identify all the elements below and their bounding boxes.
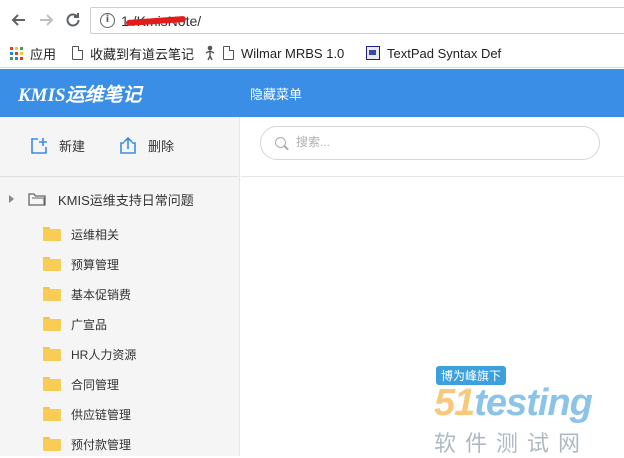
tree-item-label: 运维相关	[71, 227, 120, 242]
bookmark-youdao[interactable]: 收藏到有道云笔记	[72, 43, 194, 63]
tree-root[interactable]: KMIS运维支持日常问题	[0, 187, 239, 211]
bookmark-apps[interactable]: 应用	[10, 43, 56, 63]
search-area	[241, 117, 624, 177]
info-icon[interactable]: i	[100, 13, 115, 28]
sidebar-toolbar: 新建 删除	[0, 117, 239, 177]
app-brand[interactable]: KMIS运维笔记	[18, 80, 142, 107]
tree-item[interactable]: 预算管理	[43, 254, 119, 274]
folder-icon	[43, 347, 61, 361]
folder-icon	[43, 317, 61, 331]
new-label: 新建	[59, 139, 86, 154]
new-button[interactable]: 新建	[30, 136, 85, 155]
folder-icon	[43, 407, 61, 421]
tree-item-label: 预算管理	[71, 257, 120, 272]
watermark-logo-word: testing	[474, 382, 593, 424]
textpad-icon	[366, 46, 380, 60]
folder-icon	[43, 257, 61, 271]
delete-button[interactable]: 删除	[119, 136, 174, 155]
bookmark-label: TextPad Syntax Def	[387, 45, 502, 61]
apps-grid-icon	[10, 46, 23, 60]
tree-item[interactable]: 基本促销费	[43, 284, 131, 304]
tree-item-label: 预付款管理	[71, 437, 132, 452]
watermark-logo-number: 51	[434, 382, 475, 424]
tree-item[interactable]: 预付款管理	[43, 434, 131, 454]
tree-item-label: HR人力资源	[71, 347, 137, 362]
tree-item[interactable]: 运维相关	[43, 224, 119, 244]
page-icon	[223, 46, 234, 60]
address-bar[interactable]: i 1 /KmisNote/	[90, 7, 624, 34]
browser-chrome: i 1 /KmisNote/ 应用 收藏到有道云笔记 Wilmar MRBS 1…	[0, 0, 624, 68]
search-box[interactable]	[260, 126, 600, 160]
reload-icon[interactable]	[61, 8, 85, 32]
new-icon	[31, 137, 47, 154]
watermark-subtitle: 软件测试网	[434, 431, 590, 456]
tree-root-label: KMIS运维支持日常问题	[58, 192, 194, 208]
caret-right-icon[interactable]	[9, 195, 14, 203]
sidebar: 新建 删除 KMIS运维支持日常问题 运维相关 预算管理 基本促销费 广宣品 H…	[0, 117, 240, 456]
bookmark-label: 收藏到有道云笔记	[90, 46, 195, 62]
bookmark-wilmar[interactable]: Wilmar MRBS 1.0	[203, 43, 344, 63]
page-icon	[72, 46, 83, 60]
tree-item[interactable]: 广宣品	[43, 314, 107, 334]
bookmark-label: Wilmar MRBS 1.0	[241, 45, 345, 61]
bookmarks-bar: 应用 收藏到有道云笔记 Wilmar MRBS 1.0 TextPad Synt…	[0, 40, 624, 66]
app-header: KMIS运维笔记 隐藏菜单	[0, 69, 624, 117]
bookmark-label: 应用	[30, 46, 57, 62]
person-icon	[205, 45, 215, 61]
search-icon[interactable]	[275, 137, 286, 148]
tree-item-label: 合同管理	[71, 377, 120, 392]
folder-icon	[43, 227, 61, 241]
tree-item-label: 供应链管理	[71, 407, 132, 422]
back-arrow-icon[interactable]	[7, 8, 31, 32]
folder-icon	[43, 437, 61, 451]
watermark: 博为峰旗下 51testing 软件测试网	[432, 366, 622, 456]
upload-icon	[120, 136, 136, 154]
tree-item[interactable]: HR人力资源	[43, 344, 136, 364]
bookmark-textpad[interactable]: TextPad Syntax Def	[366, 43, 501, 63]
tree-item-label: 基本促销费	[71, 287, 132, 302]
search-input[interactable]	[296, 135, 586, 149]
hide-menu-button[interactable]: 隐藏菜单	[250, 84, 302, 103]
forward-arrow-icon[interactable]	[34, 8, 58, 32]
tree-item[interactable]: 合同管理	[43, 374, 119, 394]
folder-icon	[43, 287, 61, 301]
delete-label: 删除	[148, 139, 175, 154]
folder-outline-icon	[28, 193, 46, 206]
tree-item-label: 广宣品	[71, 317, 108, 332]
tree-item[interactable]: 供应链管理	[43, 404, 131, 424]
watermark-logo: 51testing	[434, 382, 593, 425]
browser-nav-row: i 1 /KmisNote/	[0, 0, 624, 40]
folder-icon	[43, 377, 61, 391]
